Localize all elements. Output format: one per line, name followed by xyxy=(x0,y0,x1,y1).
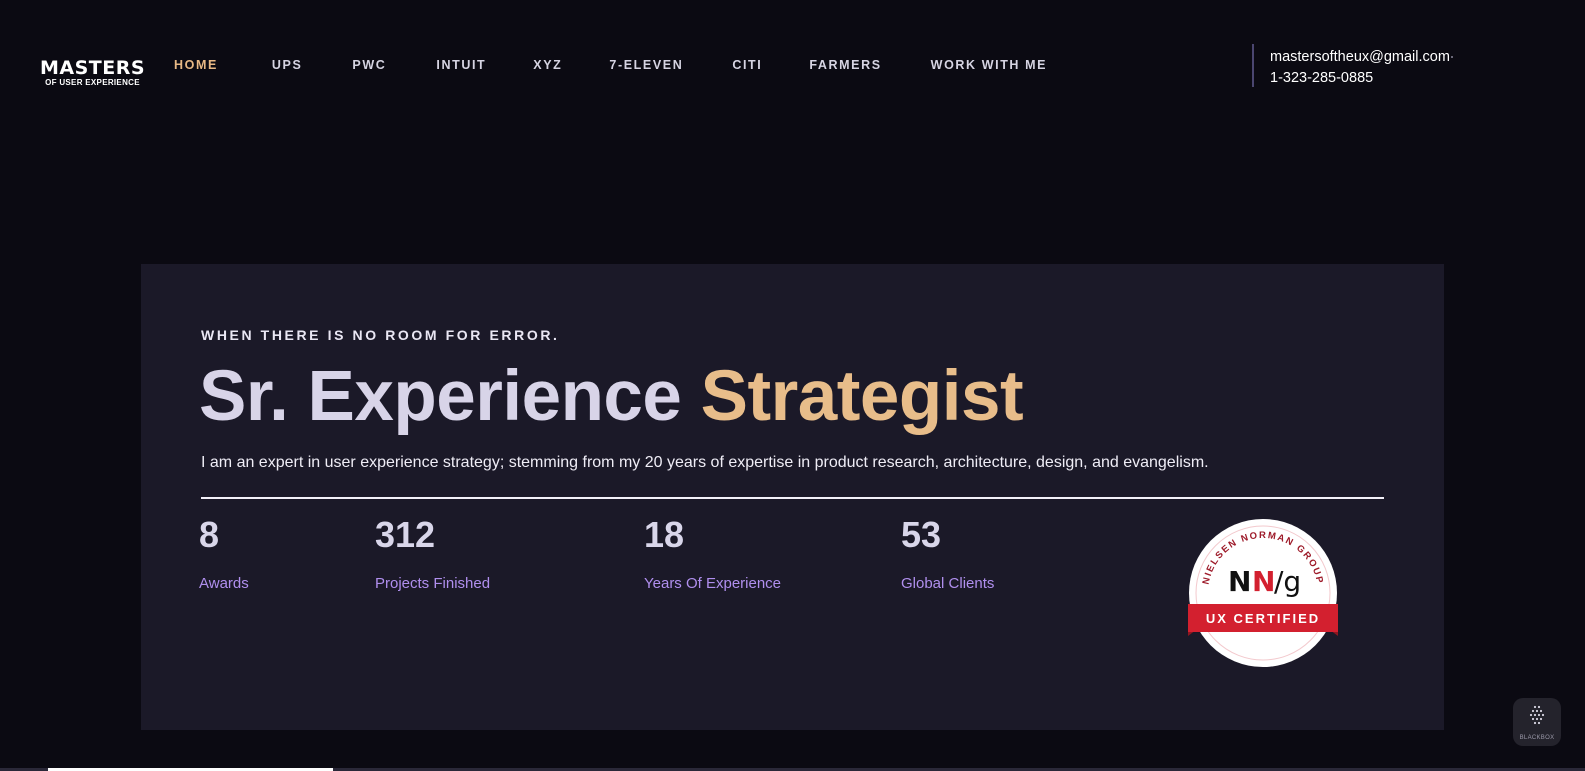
stat-value: 18 xyxy=(644,514,685,555)
stat-value: 312 xyxy=(375,514,436,555)
cube-dot xyxy=(1539,717,1543,721)
stat-value: 53 xyxy=(901,514,942,555)
cube-dot xyxy=(1529,713,1533,717)
hero-card: WHEN THERE IS NO ROOM FOR ERROR. Sr. Exp… xyxy=(141,264,1444,730)
badge-logo-g: /g xyxy=(1274,565,1301,598)
hero-divider xyxy=(201,497,1384,499)
hero-eyebrow: WHEN THERE IS NO ROOM FOR ERROR. xyxy=(201,327,560,343)
logo-tagline: OF USER EXPERIENCE xyxy=(45,78,140,87)
nng-ux-certified-badge: NIELSEN NORMAN GROUP N N /g UX CERTIFIED xyxy=(1188,519,1338,667)
widget-label: BLACKBOX xyxy=(1519,735,1555,741)
stat-experience: 18 Years Of Experience xyxy=(644,514,781,592)
nav-item-work-with-me[interactable]: WORK WITH ME xyxy=(931,58,1047,72)
cube-dot xyxy=(1535,717,1539,721)
cube-dot xyxy=(1535,709,1539,713)
cube-dot xyxy=(1537,705,1541,709)
stat-label: Projects Finished xyxy=(375,575,491,592)
stat-label: Years Of Experience xyxy=(644,575,782,592)
cube-dot xyxy=(1537,721,1541,725)
nav-item-farmers[interactable]: FARMERS xyxy=(809,58,881,72)
site-logo[interactable]: MASTERS OF USER EXPERIENCE xyxy=(35,58,150,87)
cube-dot xyxy=(1539,709,1543,713)
nav-item-home[interactable]: HOME xyxy=(174,58,218,72)
nav-item-intuit[interactable]: INTUIT xyxy=(436,58,486,72)
hero-title-main: Sr. Experience xyxy=(199,357,682,436)
separator-dot xyxy=(1451,56,1453,58)
hero-title: Sr. Experience Strategist xyxy=(199,356,1024,438)
stat-projects: 312 Projects Finished xyxy=(375,514,490,592)
cube-dot xyxy=(1531,717,1535,721)
cube-dot xyxy=(1531,709,1535,713)
badge-logo-n1: N xyxy=(1228,565,1251,598)
logo-wordmark: MASTERS xyxy=(39,57,146,79)
nav-item-citi[interactable]: CITI xyxy=(732,58,762,72)
stat-clients: 53 Global Clients xyxy=(901,514,994,592)
cube-dot xyxy=(1541,713,1545,717)
hero-title-accent: Strategist xyxy=(700,357,1024,436)
stat-label: Global Clients xyxy=(901,575,995,592)
badge-ribbon-text: UX CERTIFIED xyxy=(1206,611,1320,626)
page: MASTERS OF USER EXPERIENCE HOME UPS PWC … xyxy=(0,0,1585,771)
contact-email[interactable]: mastersoftheux@gmail.com xyxy=(1270,47,1450,68)
blackbox-cube-icon xyxy=(1529,705,1545,725)
hero-intro: I am an expert in user experience strate… xyxy=(201,454,1209,471)
stat-awards: 8 Awards xyxy=(199,514,249,592)
stat-label: Awards xyxy=(199,575,249,592)
contact-phone[interactable]: 1-323-285-0885 xyxy=(1270,68,1450,89)
cube-dot xyxy=(1537,713,1541,717)
badge-logo-n2: N xyxy=(1252,565,1275,598)
cube-dot xyxy=(1533,713,1537,717)
nav-item-pwc[interactable]: PWC xyxy=(352,58,386,72)
nav-item-7-eleven[interactable]: 7-ELEVEN xyxy=(609,58,683,72)
main-nav: HOME UPS PWC INTUIT XYZ 7-ELEVEN CITI FA… xyxy=(174,58,1047,72)
cube-dot xyxy=(1533,705,1537,709)
contact-block: mastersoftheux@gmail.com 1-323-285-0885 xyxy=(1252,44,1450,87)
blackbox-widget-button[interactable]: BLACKBOX xyxy=(1513,698,1561,746)
nav-item-xyz[interactable]: XYZ xyxy=(533,58,562,72)
nav-item-ups[interactable]: UPS xyxy=(272,58,303,72)
stat-value: 8 xyxy=(199,514,220,555)
cube-dot xyxy=(1533,721,1537,725)
